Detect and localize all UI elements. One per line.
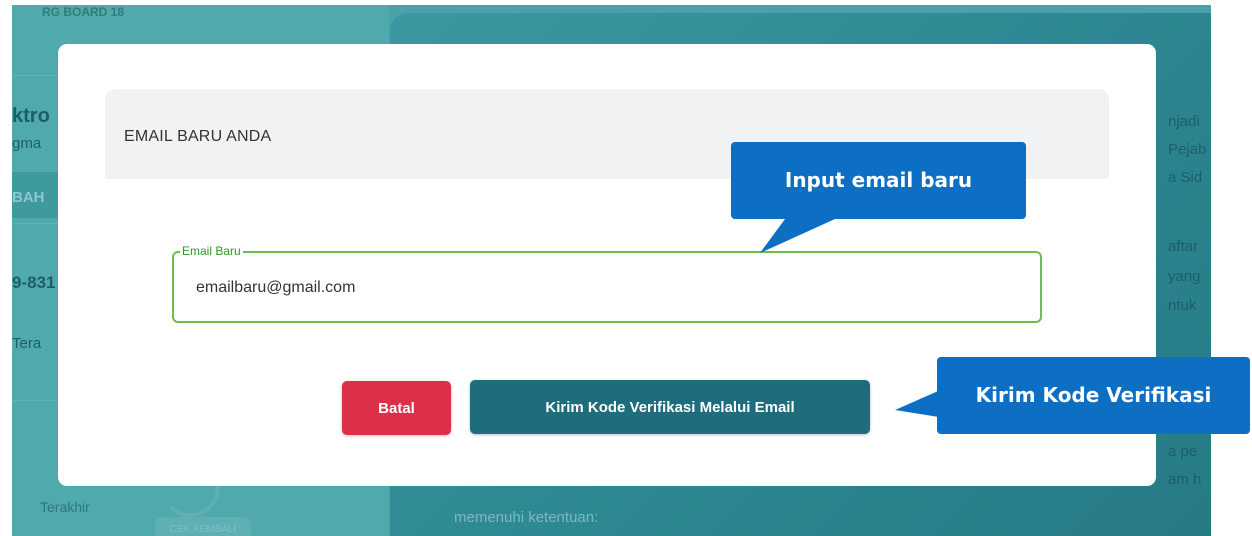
send-verification-code-button[interactable]: Kirim Kode Verifikasi Melalui Email [470,380,870,434]
background-text: am h [1168,471,1202,488]
background-text: ktro [12,105,50,127]
background-text: Tera [12,335,42,352]
modal-title: EMAIL BARU ANDA [124,128,272,145]
email-field[interactable]: Email Baru [172,244,1042,323]
background-text: memenuhi ketentuan: [454,509,599,526]
background-pill: CEK KEMBALI [155,517,251,536]
background-text: 9-831 [12,273,56,292]
background-text: yang [1168,268,1201,285]
background-text: njadi [1168,113,1200,130]
background-badge: RG BOARD 18 [42,5,125,19]
email-field-label: Email Baru [180,244,243,258]
background-text: BAH [12,189,45,206]
page: RG BOARD 18 ktro gma BAH 9-831 Tera Tera… [0,0,1252,536]
background-text: Pejab [1168,141,1207,158]
background-text: ntuk [1168,297,1197,314]
callout-input-email: Input email baru [731,142,1026,219]
email-input[interactable] [196,277,1016,299]
callout-send-code: Kirim Kode Verifikasi [937,357,1250,434]
background-text: aftar [1168,238,1199,255]
background-text: Terakhir [40,499,90,515]
background-text: gma [12,135,42,152]
cancel-button[interactable]: Batal [342,381,451,435]
background-text: a Sid [1168,169,1203,186]
background-text: a pe [1168,443,1198,460]
